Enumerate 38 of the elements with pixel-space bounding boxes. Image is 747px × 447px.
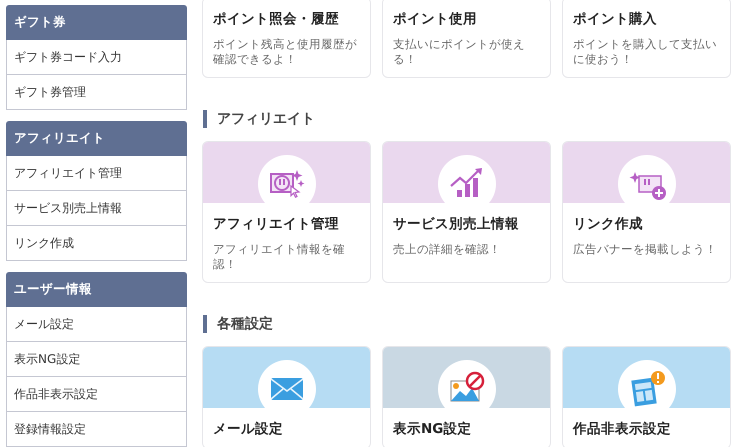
sidebar-link[interactable]: 作品非表示設定 — [6, 377, 187, 412]
menu-card[interactable]: ポイント照会・履歴 ポイント残高と使用履歴が確認できるよ！ — [202, 0, 371, 78]
sidebar-link[interactable]: ギフト券コード入力 — [6, 40, 187, 75]
card-description: 広告バナーを掲載しよう！ — [573, 242, 718, 258]
menu-card[interactable]: リンク作成 広告バナーを掲載しよう！ — [562, 141, 731, 283]
menu-card[interactable]: サービス別売上情報 売上の詳細を確認！ — [382, 141, 551, 283]
sidebar-heading: ユーザー情報 — [6, 272, 187, 307]
sidebar-link[interactable]: メール設定 — [6, 307, 187, 342]
sidebar-heading: ギフト券 — [6, 5, 187, 40]
card-title: メール設定 — [213, 420, 284, 438]
sidebar-link[interactable]: サービス別売上情報 — [6, 191, 187, 226]
menu-card[interactable]: 表示NG設定 — [382, 346, 551, 447]
card-title: 表示NG設定 — [393, 420, 472, 438]
card-description: ポイントを購入して支払いに使おう！ — [573, 37, 718, 67]
sidebar-heading: アフィリエイト — [6, 121, 187, 156]
sidebar-link[interactable]: 表示NG設定 — [6, 342, 187, 377]
sidebar-link[interactable]: アフィリエイト管理 — [6, 156, 187, 191]
card-title: サービス別売上情報 — [393, 215, 520, 233]
menu-card[interactable]: ポイント購入 ポイントを購入して支払いに使おう！ — [562, 0, 731, 78]
card-description: 支払いにポイントが使える！ — [393, 37, 526, 67]
menu-card[interactable]: ポイント使用 支払いにポイントが使える！ — [382, 0, 551, 78]
menu-card[interactable]: メール設定 — [202, 346, 371, 447]
sidebar-link[interactable]: リンク作成 — [6, 226, 187, 261]
sidebar-link[interactable]: 登録情報設定 — [6, 412, 187, 447]
card-description: ポイント残高と使用履歴が確認できるよ！ — [213, 37, 358, 67]
card-title: リンク作成 — [573, 215, 644, 233]
section-heading: アフィリエイト — [203, 110, 731, 128]
card-description: アフィリエイト情報を確認！ — [213, 242, 346, 272]
card-title: ポイント照会・履歴 — [213, 10, 340, 28]
card-title: ポイント使用 — [393, 10, 478, 28]
card-title: 作品非表示設定 — [573, 420, 672, 438]
section-heading: 各種設定 — [203, 315, 731, 333]
menu-card[interactable]: 作品非表示設定 — [562, 346, 731, 447]
menu-card[interactable]: アフィリエイト管理 アフィリエイト情報を確認！ — [202, 141, 371, 283]
card-title: ポイント購入 — [573, 10, 658, 28]
sidebar-link[interactable]: ギフト券管理 — [6, 75, 187, 110]
card-description: 売上の詳細を確認！ — [393, 242, 502, 258]
card-title: アフィリエイト管理 — [213, 215, 340, 233]
